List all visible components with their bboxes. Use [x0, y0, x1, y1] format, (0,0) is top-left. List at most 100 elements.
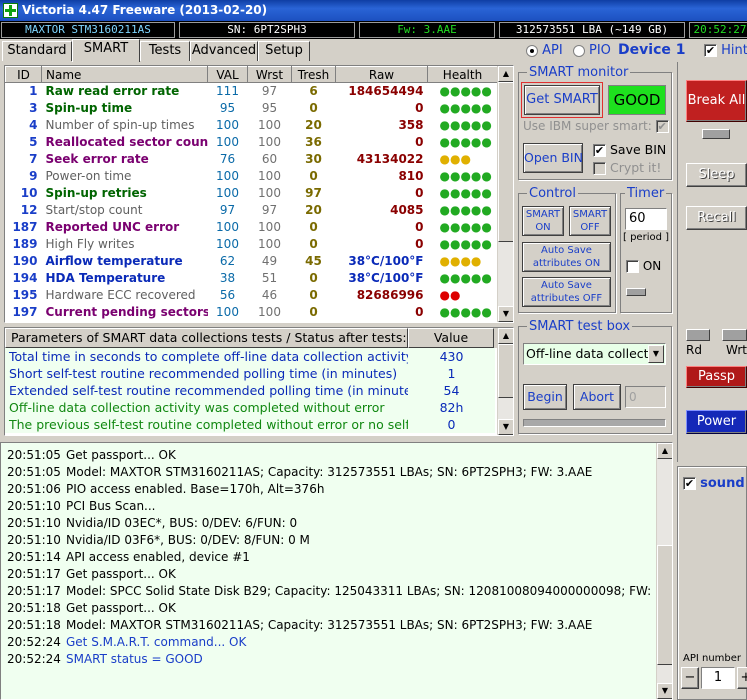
smart-row[interactable]: 7 Seek error rate 76 60 30 43134022 ●●● — [6, 151, 498, 168]
log-scroll-down-icon[interactable]: ▼ — [657, 683, 672, 699]
crypt-checkbox[interactable] — [593, 162, 606, 175]
title-bar[interactable]: Victoria 4.47 Freeware (2013-02-20) — [0, 0, 747, 21]
param-row[interactable]: Extended self-test routine recommended p… — [5, 382, 495, 399]
passp-button[interactable]: Passp — [686, 366, 747, 388]
log-scrollbar[interactable]: ▲ ▼ — [656, 443, 672, 699]
smart-row-name: Airflow temperature — [45, 254, 183, 268]
smart-row-wrst: 100 — [258, 220, 281, 234]
smart-row[interactable]: 197 Current pending sectors 100 100 0 0 ●●●●● — [6, 304, 498, 321]
chevron-down-icon[interactable]: ▼ — [648, 345, 664, 363]
col-tresh[interactable]: Tresh — [291, 66, 336, 83]
param-row[interactable]: Total time in seconds to complete off-li… — [5, 348, 495, 365]
timer-on-option[interactable]: ON — [626, 259, 661, 273]
smart-row[interactable]: 1 Raw read error rate 111 97 6 184654494 ●●●●● — [6, 83, 498, 100]
col-id[interactable]: ID — [5, 66, 42, 83]
recall-button[interactable]: Recall — [686, 206, 747, 230]
log-scroll-up-icon[interactable]: ▲ — [657, 443, 672, 459]
crypt-option[interactable]: Crypt it! — [593, 160, 661, 175]
params-scrollbar[interactable]: ▲ ▼ — [497, 328, 513, 435]
smart-row[interactable]: 194 HDA Temperature 38 51 0 38°C/100°F ●●●●● — [6, 270, 498, 287]
api-number-increment[interactable]: + — [737, 667, 747, 689]
drive-info-bar: MAXTOR STM3160211AS SN: 6PT2SPH3 Fw: 3.A… — [0, 21, 747, 39]
params-scroll-down-icon[interactable]: ▼ — [498, 419, 513, 435]
params-scroll-up-icon[interactable]: ▲ — [498, 328, 513, 344]
ibm-checkbox[interactable]: ✔ — [655, 120, 669, 133]
smart-row-wrst: 100 — [258, 135, 281, 149]
smart-scrollbar[interactable]: ▲ ▼ — [497, 66, 513, 322]
tab-tests[interactable]: Tests — [140, 41, 190, 61]
smart-row-id: 1 — [29, 84, 38, 99]
smart-row[interactable]: 187 Reported UNC error 100 100 0 0 ●●●●● — [6, 219, 498, 236]
log-entry: 20:52:24 Get S.M.A.R.T. command... OK — [1, 634, 656, 651]
tab-standard[interactable]: Standard — [2, 41, 72, 61]
col-wrst[interactable]: Wrst — [247, 66, 292, 83]
mode-selector: API PIO Device 1 — [526, 42, 686, 58]
log-scroll-thumb[interactable] — [657, 545, 672, 665]
test-type-select[interactable]: Off-line data collect ▼ — [523, 343, 666, 365]
param-value: 54 — [443, 383, 460, 398]
smart-row[interactable]: 10 Spin-up retries 100 100 97 0 ●●●●● — [6, 185, 498, 202]
scroll-down-icon[interactable]: ▼ — [498, 306, 513, 322]
abort-button[interactable]: Abort — [573, 384, 621, 410]
param-row[interactable]: Short self-test routine recommended poll… — [5, 365, 495, 382]
test-progress-bar — [523, 419, 666, 427]
smart-row-id: 187 — [12, 220, 38, 234]
control-group: Control SMART ON SMART OFF Auto Save att… — [518, 186, 616, 313]
autosave-off-button[interactable]: Auto Save attributes OFF — [522, 277, 611, 307]
param-value: 0 — [447, 417, 456, 432]
col-raw[interactable]: Raw — [335, 66, 428, 83]
sleep-button[interactable]: Sleep — [686, 163, 747, 187]
scroll-up-icon[interactable]: ▲ — [498, 66, 513, 82]
save-bin-option[interactable]: ✔ Save BIN — [593, 142, 666, 157]
timer-on-checkbox[interactable] — [626, 260, 639, 273]
smart-row[interactable]: 5 Reallocated sector count 100 100 36 0 ●●●●● — [6, 134, 498, 151]
api-number-input[interactable]: 1 — [701, 667, 735, 689]
smart-row[interactable]: 12 Start/stop count 97 97 20 4085 ●●●●● — [6, 202, 498, 219]
test-param-input[interactable]: 0 — [625, 386, 666, 408]
smart-row[interactable]: 4 Number of spin-up times 100 100 20 358 ●●●●● — [6, 117, 498, 134]
smart-row-raw: 82686996 — [356, 288, 424, 302]
param-row[interactable]: Off-line data collection activity was co… — [5, 399, 495, 416]
smart-row-wrst: 100 — [258, 305, 281, 319]
api-radio[interactable] — [526, 44, 538, 57]
break-all-button[interactable]: Break All — [686, 80, 747, 122]
begin-button[interactable]: Begin — [523, 384, 567, 410]
get-smart-focus: Get SMART — [521, 82, 603, 118]
params-table: Total time in seconds to complete off-li… — [5, 348, 495, 433]
pio-radio[interactable] — [572, 44, 585, 57]
scroll-thumb[interactable] — [498, 82, 513, 242]
smart-row[interactable]: 190 Airflow temperature 62 49 45 38°C/100°F ●●… — [6, 253, 498, 270]
hints-checkbox[interactable]: ✔ — [704, 44, 717, 57]
get-smart-button[interactable]: Get SMART — [524, 85, 600, 115]
clock: 20:52:27 — [689, 22, 747, 38]
save-bin-checkbox[interactable]: ✔ — [593, 144, 606, 157]
param-text: The previous self-test routine completed… — [9, 417, 408, 432]
sound-option[interactable]: ✔ sound — [683, 476, 745, 491]
tab-smart[interactable]: SMART — [72, 39, 140, 62]
power-button[interactable]: Power — [686, 410, 747, 434]
timer-input[interactable]: 60 — [625, 208, 667, 230]
smart-row-id: 197 — [12, 305, 38, 319]
hints-option[interactable]: ✔ Hints — [704, 43, 747, 58]
tab-setup[interactable]: Setup — [258, 41, 310, 61]
tab-advanced[interactable]: Advanced — [190, 41, 258, 61]
api-number-decrement[interactable]: − — [681, 667, 699, 689]
col-health[interactable]: Health — [427, 66, 498, 83]
col-val[interactable]: VAL — [207, 66, 248, 83]
sound-checkbox[interactable]: ✔ — [683, 477, 696, 490]
autosave-on-button[interactable]: Auto Save attributes ON — [522, 242, 611, 272]
smart-off-button[interactable]: SMART OFF — [569, 206, 611, 236]
smart-row-health: ●●●●● — [439, 135, 492, 149]
col-name[interactable]: Name — [41, 66, 208, 83]
smart-row[interactable]: 3 Spin-up time 95 95 0 0 ●●●●● — [6, 100, 498, 117]
smart-on-button[interactable]: SMART ON — [522, 206, 564, 236]
smart-row[interactable]: 189 High Fly writes 100 100 0 0 ●●●●● — [6, 236, 498, 253]
smart-row-val: 100 — [216, 186, 239, 200]
params-scroll-thumb[interactable] — [498, 344, 513, 398]
smart-row-val: 100 — [216, 220, 239, 234]
smart-row-health: ●●●●● — [439, 305, 492, 319]
smart-row[interactable]: 195 Hardware ECC recovered 56 46 0 82686996 ●● — [6, 287, 498, 304]
param-row[interactable]: The previous self-test routine completed… — [5, 416, 495, 433]
open-bin-button[interactable]: Open BIN — [523, 143, 583, 173]
smart-row[interactable]: 9 Power-on time 100 100 0 810 ●●●●● — [6, 168, 498, 185]
